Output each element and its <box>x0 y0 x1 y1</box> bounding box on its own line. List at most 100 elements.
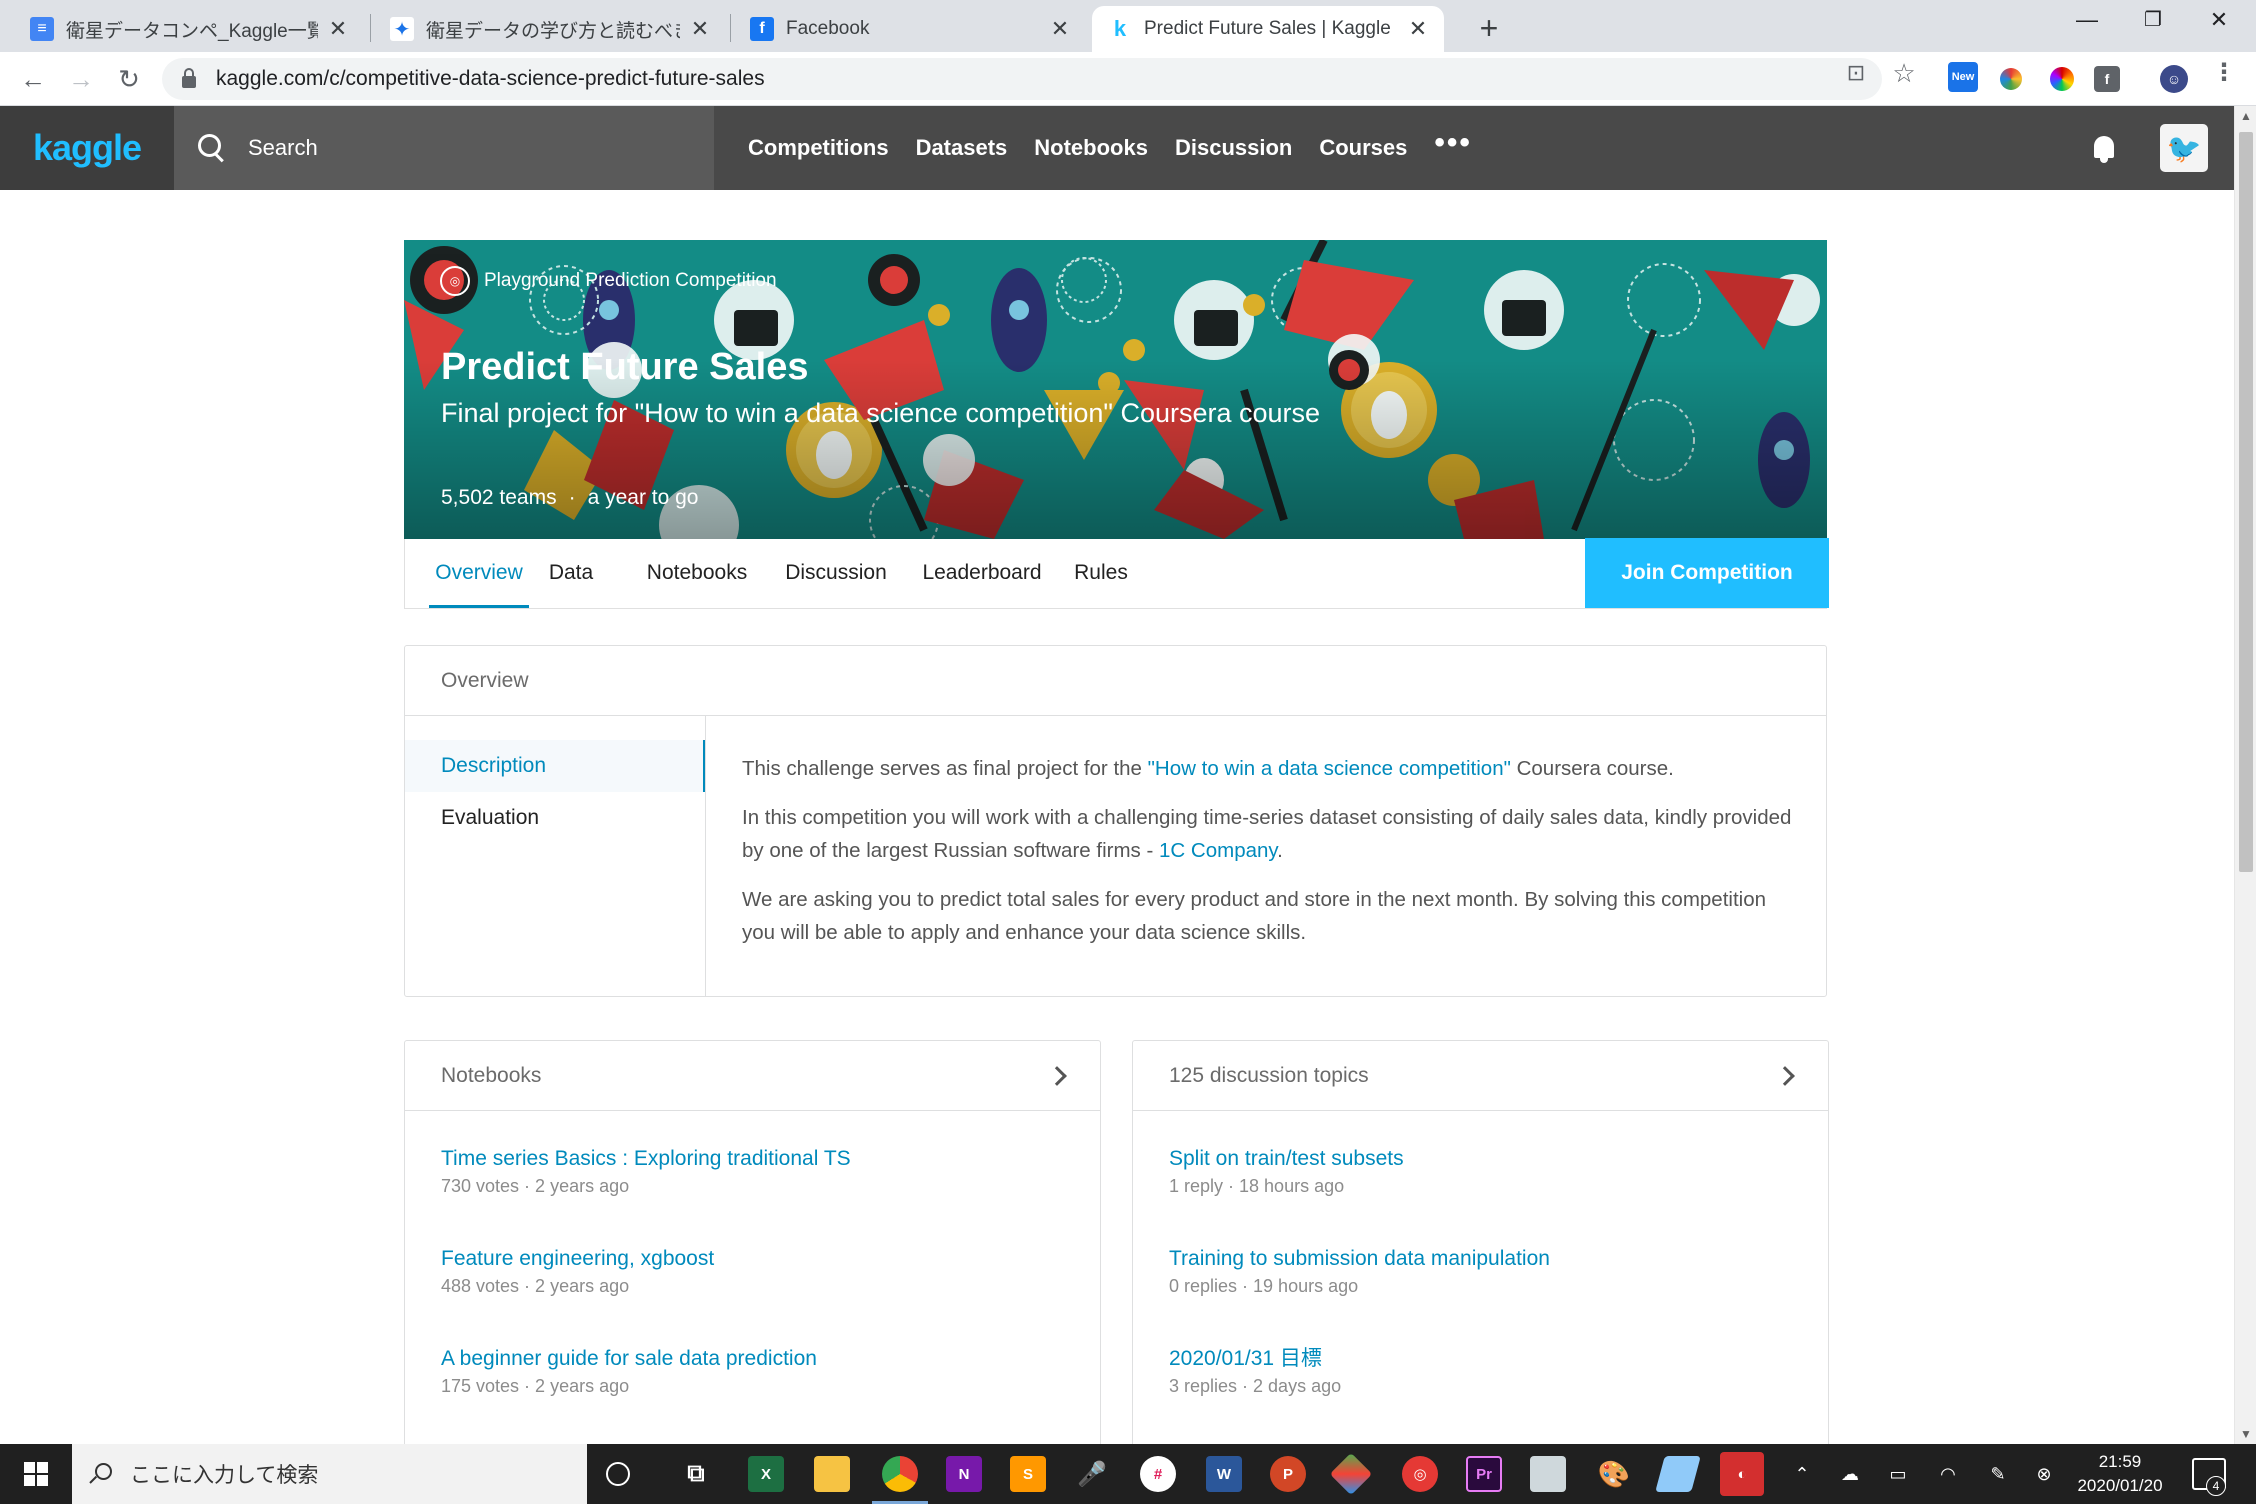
reload-button[interactable]: ↻ <box>110 60 148 98</box>
bookmark-star-icon[interactable]: ☆ <box>1890 59 1918 87</box>
description-paragraph-3: We are asking you to predict total sales… <box>742 888 1767 944</box>
onedrive-icon[interactable]: ☁ <box>1836 1462 1864 1486</box>
tab-discussion[interactable]: Discussion <box>781 539 891 608</box>
notebook-link[interactable]: Feature engineering, xgboost <box>441 1245 1100 1273</box>
list-item: Time series Basics : Exploring tradition… <box>405 1145 1100 1199</box>
creative-cloud-icon[interactable]: ◎ <box>1402 1456 1438 1492</box>
powerpoint-icon[interactable]: P <box>1270 1456 1306 1492</box>
discussion-card-header[interactable]: 125 discussion topics <box>1133 1041 1828 1111</box>
nav-courses[interactable]: Courses <box>1319 135 1407 161</box>
site-search[interactable]: Search <box>174 106 714 190</box>
browser-tab-facebook[interactable]: f Facebook ✕ <box>734 6 1086 52</box>
sidebar-item-description[interactable]: Description <box>405 740 705 792</box>
coursera-course-link[interactable]: "How to win a data science competition" <box>1148 757 1511 780</box>
close-icon[interactable]: ✕ <box>690 16 710 42</box>
1c-company-link[interactable]: 1C Company <box>1159 839 1277 862</box>
notebooks-card-header[interactable]: Notebooks <box>405 1041 1100 1111</box>
scroll-down-icon[interactable]: ▼ <box>2235 1424 2256 1444</box>
excel-icon[interactable]: X <box>748 1456 784 1492</box>
minimize-button[interactable]: — <box>2054 0 2120 42</box>
overview-description: This challenge serves as final project f… <box>742 752 1802 965</box>
extension-color-icon[interactable] <box>2000 68 2022 90</box>
discussion-meta: 1 reply · 18 hours ago <box>1169 1176 1345 1196</box>
show-hidden-icons-icon[interactable]: ⌃ <box>1788 1462 1816 1486</box>
nav-datasets[interactable]: Datasets <box>916 135 1008 161</box>
cortana-icon[interactable] <box>606 1462 630 1486</box>
notes-app-icon[interactable] <box>1655 1456 1701 1492</box>
tab-leaderboard[interactable]: Leaderboard <box>919 539 1045 608</box>
menu-kebab-icon[interactable]: ⋮ <box>2210 59 2238 87</box>
browser-tab-article[interactable]: ✦ 衛星データの学び方と読むべき記事を ✕ <box>374 6 726 52</box>
notifications-bell-icon[interactable] <box>2090 134 2118 164</box>
taskbar-search-placeholder: ここに入力して検索 <box>130 1464 319 1487</box>
kaggle-logo[interactable]: kaggle <box>0 106 174 190</box>
discussion-topic-link[interactable]: Training to submission data manipulation <box>1169 1245 1828 1273</box>
tab-overview[interactable]: Overview <box>429 539 529 608</box>
word-icon[interactable]: W <box>1206 1456 1242 1492</box>
task-view-icon[interactable]: ⧉ <box>678 1456 714 1492</box>
browser-tab-kaggle[interactable]: k Predict Future Sales | Kaggle ✕ <box>1092 6 1444 52</box>
discussion-heading: 125 discussion topics <box>1169 1064 1369 1087</box>
back-button[interactable]: ← <box>14 60 52 98</box>
sublime-text-icon[interactable]: S <box>1010 1456 1046 1492</box>
page-scrollbar[interactable]: ▲ ▼ <box>2234 106 2256 1444</box>
discussion-meta: 3 replies · 2 days ago <box>1169 1376 1342 1396</box>
close-icon[interactable]: ✕ <box>1408 16 1428 42</box>
sidebar-item-evaluation[interactable]: Evaluation <box>405 792 705 844</box>
slack-icon[interactable]: # <box>1140 1456 1176 1492</box>
pen-icon[interactable]: ✎ <box>1984 1462 2012 1486</box>
diagram-app-icon[interactable] <box>1329 1452 1373 1496</box>
chevron-right-icon[interactable] <box>1047 1066 1067 1086</box>
restore-button[interactable]: ❐ <box>2120 0 2186 42</box>
address-bar[interactable]: kaggle.com/c/competitive-data-science-pr… <box>162 58 1882 100</box>
tab-data[interactable]: Data <box>545 539 597 608</box>
url-text[interactable]: kaggle.com/c/competitive-data-science-pr… <box>216 67 765 91</box>
scroll-thumb[interactable] <box>2239 132 2253 872</box>
profile-avatar-icon[interactable]: ☺ <box>2160 65 2188 93</box>
red-app-icon[interactable]: ◐ <box>1720 1452 1764 1496</box>
nav-competitions[interactable]: Competitions <box>748 135 889 161</box>
wifi-icon[interactable]: ◠ <box>1934 1462 1962 1486</box>
close-icon[interactable]: ✕ <box>1050 16 1070 42</box>
more-menu-icon[interactable]: ••• <box>1434 126 1472 160</box>
close-window-button[interactable]: ✕ <box>2186 0 2252 42</box>
scroll-up-icon[interactable]: ▲ <box>2235 106 2256 126</box>
chrome-icon[interactable] <box>882 1456 918 1492</box>
extension-f-icon[interactable]: f <box>2094 66 2120 92</box>
new-tab-button[interactable]: + <box>1466 6 1512 52</box>
translate-icon[interactable]: ⊡ <box>1842 59 1870 87</box>
window-app-icon[interactable] <box>1530 1456 1566 1492</box>
file-explorer-icon[interactable] <box>814 1456 850 1492</box>
extension-new-icon[interactable]: New <box>1948 62 1978 92</box>
paint-icon[interactable]: 🎨 <box>1596 1456 1632 1492</box>
premiere-pro-icon[interactable]: Pr <box>1466 1456 1502 1492</box>
discussion-topic-link[interactable]: Split on train/test subsets <box>1169 1145 1828 1173</box>
start-button[interactable] <box>0 1444 72 1504</box>
system-clock[interactable]: 21:59 2020/01/20 <box>2060 1450 2180 1498</box>
chevron-right-icon[interactable] <box>1775 1066 1795 1086</box>
notebook-link[interactable]: Time series Basics : Exploring tradition… <box>441 1145 1100 1173</box>
close-icon[interactable]: ✕ <box>328 16 348 42</box>
forward-button[interactable]: → <box>62 60 100 98</box>
notebook-meta: 730 votes · 2 years ago <box>441 1176 630 1196</box>
competition-tabs: Overview Data Notebooks Discussion Leade… <box>404 538 1829 609</box>
list-item: A beginner guide for sale data predictio… <box>405 1345 1100 1399</box>
battery-icon[interactable]: ▭ <box>1884 1462 1912 1486</box>
browser-tab-docs[interactable]: ≡ 衛星データコンペ_Kaggle一覧 - Goo ✕ <box>14 6 364 52</box>
volume-muted-icon[interactable]: ⊗ <box>2030 1462 2058 1486</box>
discussion-topic-link[interactable]: 2020/01/31 目標 <box>1169 1345 1828 1373</box>
nav-discussion[interactable]: Discussion <box>1175 135 1292 161</box>
nav-notebooks[interactable]: Notebooks <box>1034 135 1148 161</box>
tab-rules[interactable]: Rules <box>1073 539 1129 608</box>
extension-palette-icon[interactable] <box>2050 67 2074 91</box>
user-avatar[interactable]: 🐦 <box>2160 124 2208 172</box>
join-competition-button[interactable]: Join Competition <box>1585 538 1829 608</box>
taskbar-search[interactable]: ここに入力して検索 <box>72 1444 587 1504</box>
voice-recorder-icon[interactable]: 🎤 <box>1074 1456 1110 1492</box>
description-paragraph-1: This challenge serves as final project f… <box>742 752 1802 785</box>
onenote-icon[interactable]: N <box>946 1456 982 1492</box>
overview-panel: Overview Description Evaluation This cha… <box>404 645 1827 997</box>
list-item: 2020/01/31 目標 3 replies · 2 days ago <box>1133 1345 1828 1399</box>
notebook-link[interactable]: A beginner guide for sale data predictio… <box>441 1345 1100 1373</box>
tab-notebooks[interactable]: Notebooks <box>643 539 751 608</box>
